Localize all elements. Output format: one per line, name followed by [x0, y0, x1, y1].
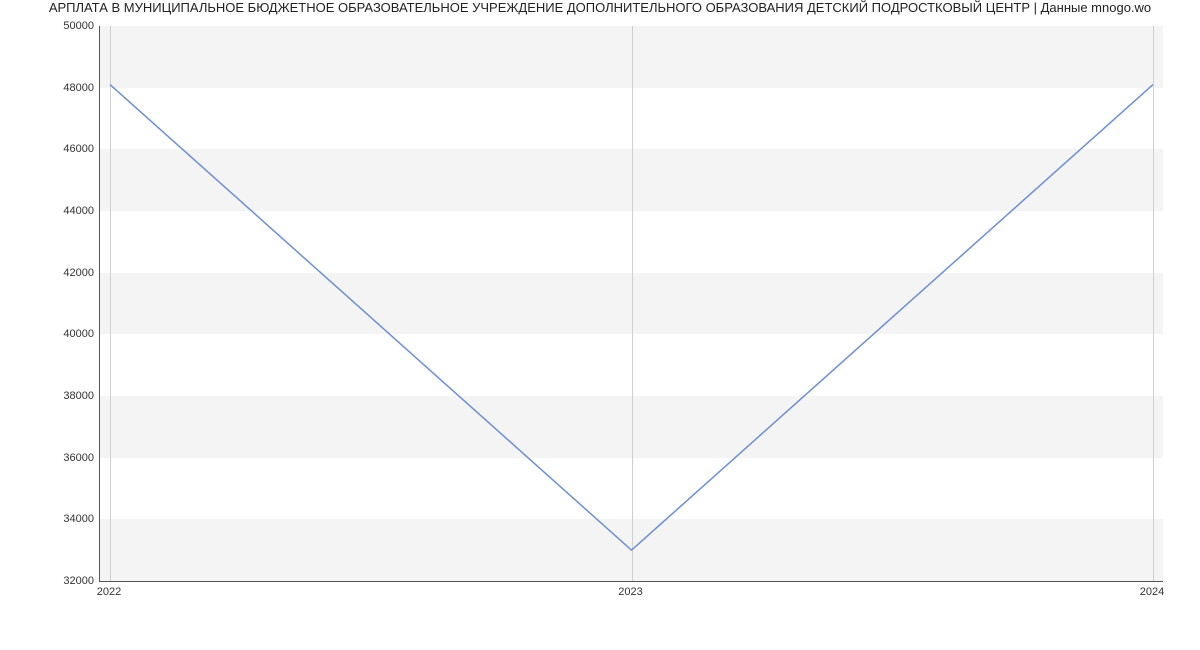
ytick-label: 36000	[4, 452, 94, 464]
ytick-label: 34000	[4, 513, 94, 525]
ytick-label: 46000	[4, 143, 94, 155]
line-series-svg	[100, 26, 1163, 581]
chart-title: АРПЛАТА В МУНИЦИПАЛЬНОЕ БЮДЖЕТНОЕ ОБРАЗО…	[0, 0, 1200, 18]
chart-container: АРПЛАТА В МУНИЦИПАЛЬНОЕ БЮДЖЕТНОЕ ОБРАЗО…	[0, 0, 1200, 650]
xtick-label: 2023	[618, 586, 642, 598]
xtick-label: 2022	[97, 586, 121, 598]
ytick-label: 42000	[4, 267, 94, 279]
ytick-label: 44000	[4, 205, 94, 217]
ytick-label: 40000	[4, 328, 94, 340]
series-line	[110, 85, 1153, 551]
plot-area	[99, 26, 1163, 582]
ytick-label: 38000	[4, 390, 94, 402]
ytick-label: 48000	[4, 82, 94, 94]
ytick-label: 50000	[4, 20, 94, 32]
xtick-label: 2024	[1140, 586, 1164, 598]
ytick-label: 32000	[4, 575, 94, 587]
